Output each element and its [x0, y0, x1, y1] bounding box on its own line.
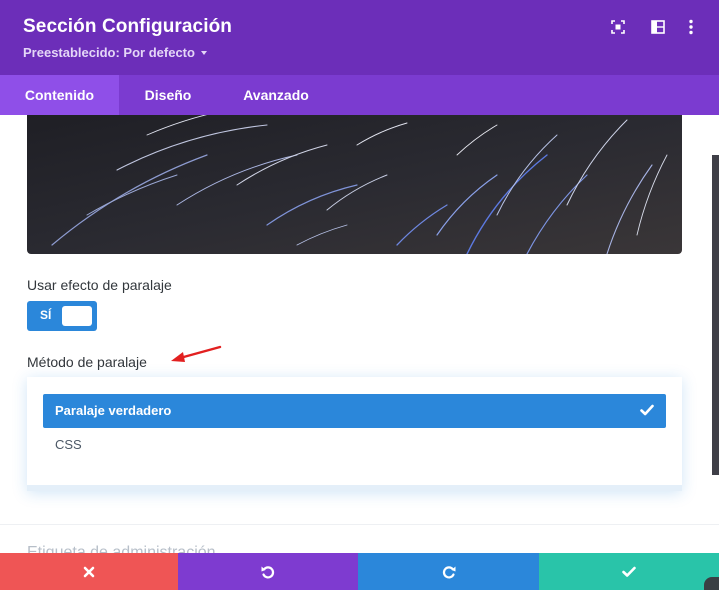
undo-button[interactable] — [178, 553, 358, 590]
undo-icon — [261, 565, 275, 578]
tab-bar: Contenido Diseño Avanzado — [0, 75, 719, 115]
close-icon — [83, 566, 95, 577]
check-icon — [640, 404, 654, 416]
modal-title: Sección Configuración — [23, 16, 233, 37]
section-divider — [0, 524, 719, 525]
option-true-parallax[interactable]: Paralaje verdadero — [43, 394, 666, 428]
focus-icon[interactable] — [609, 18, 627, 36]
admin-label-heading[interactable]: Etiqueta de administración — [27, 544, 216, 553]
tab-avanzado[interactable]: Avanzado — [217, 75, 335, 115]
option-label: Paralaje verdadero — [55, 403, 172, 418]
tab-contenido[interactable]: Contenido — [0, 75, 119, 115]
save-button[interactable] — [539, 553, 719, 590]
action-bar — [0, 553, 719, 590]
redo-button[interactable] — [358, 553, 539, 590]
parallax-toggle[interactable]: SÍ — [27, 301, 97, 331]
parallax-method-label: Método de paralaje — [27, 354, 147, 370]
modal-header: Sección Configuración Preestablecido: Po… — [0, 0, 719, 75]
caret-down-icon — [200, 50, 207, 55]
parallax-method-dropdown[interactable]: Paralaje verdadero CSS — [27, 377, 682, 491]
background-image-preview — [27, 115, 682, 254]
check-icon — [622, 566, 636, 577]
option-label: CSS — [55, 437, 82, 452]
resize-handle[interactable] — [704, 577, 719, 590]
annotation-arrow-icon — [171, 345, 222, 362]
option-css[interactable]: CSS — [43, 428, 666, 462]
toggle-state-label: SÍ — [40, 308, 52, 322]
discard-button[interactable] — [0, 553, 178, 590]
tab-diseno[interactable]: Diseño — [119, 75, 217, 115]
columns-icon[interactable] — [649, 18, 667, 36]
preset-selector[interactable]: Preestablecido: Por defecto — [23, 45, 207, 60]
more-vertical-icon[interactable] — [682, 18, 700, 36]
preset-label: Preestablecido: Por defecto — [23, 45, 195, 60]
settings-content: Usar efecto de paralaje SÍ Método de par… — [0, 115, 719, 553]
redo-icon — [442, 565, 455, 578]
parallax-label: Usar efecto de paralaje — [27, 277, 172, 293]
scrollbar[interactable] — [712, 155, 719, 475]
toggle-knob — [62, 306, 92, 326]
